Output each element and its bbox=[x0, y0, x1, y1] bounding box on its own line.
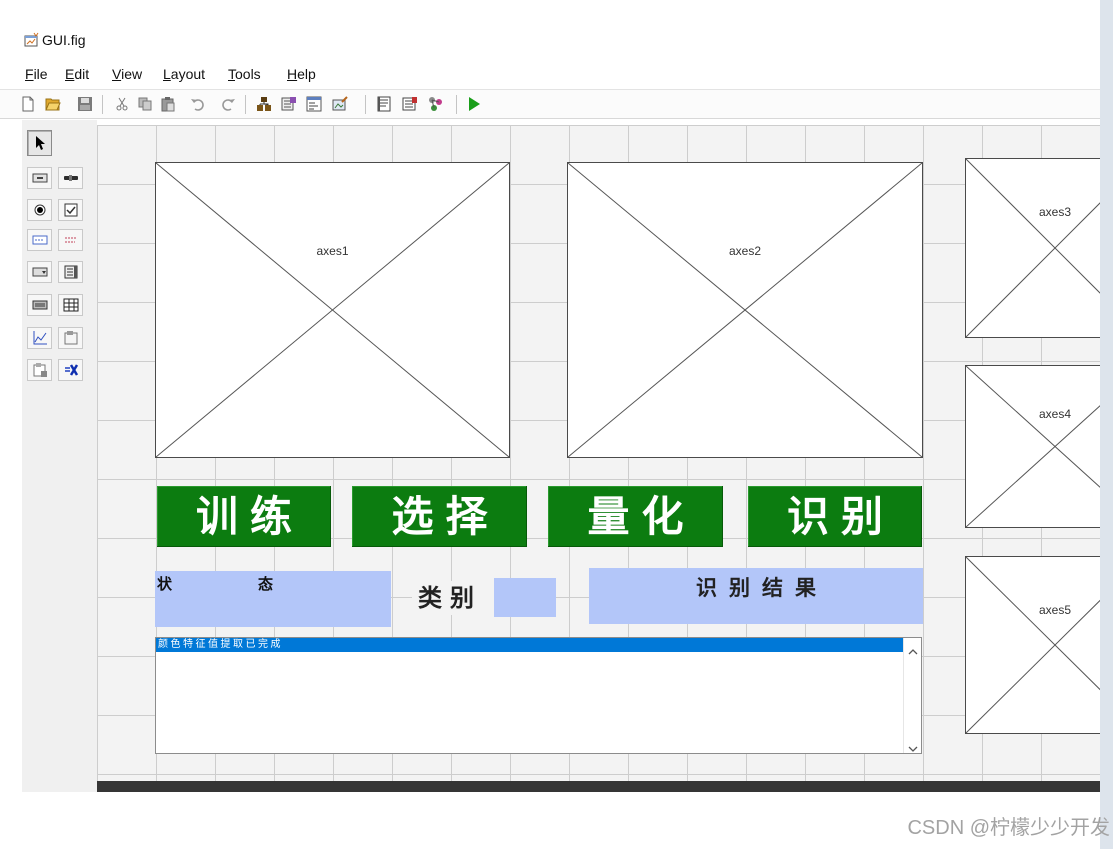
checkbox-icon bbox=[63, 202, 79, 218]
radio-button-icon bbox=[32, 202, 48, 218]
train-button[interactable]: 训练 bbox=[157, 486, 331, 547]
activex-icon bbox=[63, 362, 79, 378]
chevron-up-icon[interactable] bbox=[908, 643, 918, 655]
slider-icon bbox=[63, 170, 79, 186]
editor-icon[interactable] bbox=[376, 96, 392, 112]
axes-placeholder-cross bbox=[156, 163, 509, 457]
select-icon bbox=[33, 135, 47, 151]
window-title: GUI.fig bbox=[42, 32, 86, 48]
push-button-tool[interactable] bbox=[27, 167, 52, 189]
category-label: 类别 bbox=[412, 581, 494, 615]
list-item[interactable]: 颜色特征值提取已完成 bbox=[156, 638, 903, 652]
redo-icon[interactable] bbox=[220, 96, 236, 112]
axes-placeholder-cross bbox=[568, 163, 922, 457]
axes-placeholder-cross bbox=[966, 366, 1100, 527]
status-text-box[interactable]: 状 态 bbox=[155, 571, 391, 627]
axes-placeholder-cross bbox=[966, 159, 1100, 337]
panel-icon bbox=[63, 330, 79, 346]
toolbar-separator bbox=[245, 95, 246, 114]
axes-label: axes1 bbox=[316, 244, 349, 259]
static-text-tool[interactable] bbox=[58, 229, 83, 251]
message-listbox[interactable]: 颜色特征值提取已完成 bbox=[155, 637, 922, 754]
menu-view[interactable]: View bbox=[112, 65, 142, 83]
figure-file-icon bbox=[24, 32, 40, 48]
open-icon[interactable] bbox=[45, 96, 61, 112]
canvas-status-bar bbox=[97, 781, 1100, 792]
axes-tool[interactable] bbox=[27, 327, 52, 349]
axes4[interactable]: axes4 bbox=[965, 365, 1100, 528]
toolbar-separator bbox=[456, 95, 457, 114]
undo-icon[interactable] bbox=[190, 96, 206, 112]
axes-placeholder-cross bbox=[966, 557, 1100, 733]
axes-icon bbox=[32, 330, 48, 346]
table-icon bbox=[63, 297, 79, 313]
select-button[interactable]: 选择 bbox=[352, 486, 527, 547]
toolbar bbox=[0, 89, 1100, 119]
menu-editor-icon[interactable] bbox=[281, 96, 297, 112]
new-file-icon[interactable] bbox=[20, 96, 36, 112]
menu-file[interactable]: File bbox=[25, 65, 48, 83]
toggle-button-tool[interactable] bbox=[27, 294, 52, 316]
chevron-down-icon[interactable] bbox=[908, 740, 918, 752]
panel-tool[interactable] bbox=[58, 327, 83, 349]
paste-icon[interactable] bbox=[160, 96, 176, 112]
copy-icon[interactable] bbox=[137, 96, 153, 112]
quantize-button[interactable]: 量化 bbox=[548, 486, 723, 547]
object-browser-icon[interactable] bbox=[428, 96, 444, 112]
title-bar: GUI.fig bbox=[24, 31, 114, 49]
result-label: 识别结果 bbox=[696, 575, 828, 600]
popup-menu-tool[interactable] bbox=[27, 261, 52, 283]
category-value-box[interactable] bbox=[494, 578, 556, 617]
radio-button-tool[interactable] bbox=[27, 199, 52, 221]
edit-text-icon bbox=[32, 232, 48, 248]
axes5[interactable]: axes5 bbox=[965, 556, 1100, 734]
align-objects-icon[interactable] bbox=[256, 96, 272, 112]
button-group-icon bbox=[32, 362, 48, 378]
slider-tool[interactable] bbox=[58, 167, 83, 189]
table-tool[interactable] bbox=[58, 294, 83, 316]
component-palette bbox=[22, 120, 97, 792]
button-group-tool[interactable] bbox=[27, 359, 52, 381]
checkbox-tool[interactable] bbox=[58, 199, 83, 221]
status-label-char: 态 bbox=[258, 575, 274, 593]
listbox-tool[interactable] bbox=[58, 261, 83, 283]
menu-layout[interactable]: Layout bbox=[163, 65, 205, 83]
axes1[interactable]: axes1 bbox=[155, 162, 510, 458]
popup-menu-icon bbox=[32, 264, 48, 280]
activex-tool[interactable] bbox=[58, 359, 83, 381]
toggle-button-icon bbox=[32, 297, 48, 313]
axes-label: axes3 bbox=[1038, 205, 1072, 220]
status-label-char: 状 bbox=[157, 575, 173, 593]
toolbar-separator bbox=[365, 95, 366, 114]
push-button-icon bbox=[32, 170, 48, 186]
recognize-button[interactable]: 识别 bbox=[748, 486, 922, 547]
axes2[interactable]: axes2 bbox=[567, 162, 923, 458]
axes-label: axes5 bbox=[1038, 602, 1072, 617]
cut-icon[interactable] bbox=[114, 96, 130, 112]
axes-label: axes2 bbox=[728, 244, 762, 259]
run-icon[interactable] bbox=[466, 96, 482, 112]
axes-label: axes4 bbox=[1038, 407, 1072, 422]
axes3[interactable]: axes3 bbox=[965, 158, 1100, 338]
static-text-icon bbox=[63, 232, 79, 248]
property-inspector-icon[interactable] bbox=[402, 96, 418, 112]
menu-tools[interactable]: Tools bbox=[228, 65, 261, 83]
layout-canvas[interactable]: axes1 axes2 axes3 axes4 axes5 训练 选择 量化 识… bbox=[97, 125, 1100, 781]
result-text-box[interactable]: 识别结果 bbox=[589, 568, 923, 624]
listbox-icon bbox=[63, 264, 79, 280]
window-edge-strip bbox=[1100, 0, 1113, 849]
menu-help[interactable]: Help bbox=[287, 65, 316, 83]
save-icon[interactable] bbox=[77, 96, 93, 112]
watermark-text: CSDN @柠檬少少开发 bbox=[907, 817, 1110, 839]
edit-text-tool[interactable] bbox=[27, 229, 52, 251]
toolbar-separator bbox=[102, 95, 103, 114]
tab-order-icon[interactable] bbox=[306, 96, 322, 112]
listbox-scrollbar[interactable] bbox=[903, 638, 921, 753]
select-tool-button[interactable] bbox=[27, 130, 52, 156]
toolbar-editor-icon[interactable] bbox=[332, 96, 348, 112]
menu-edit[interactable]: Edit bbox=[65, 65, 89, 83]
menu-bar: File Edit View Layout Tools Help bbox=[0, 62, 1100, 86]
